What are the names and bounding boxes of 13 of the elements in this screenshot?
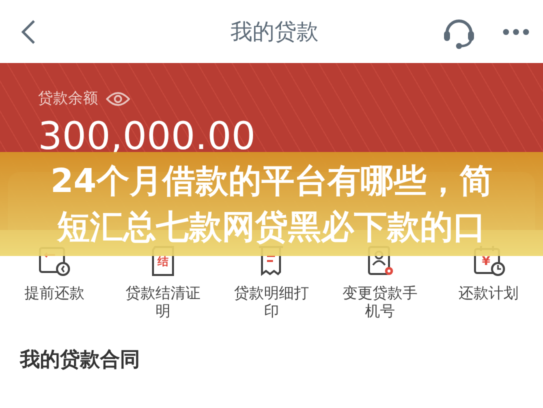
back-icon[interactable] <box>20 18 36 44</box>
service-label[interactable]: 还款计划 <box>448 284 530 302</box>
page-title: 我的贷款 <box>230 18 318 46</box>
service-label[interactable]: 提前还款 <box>14 284 95 302</box>
section-title: 我的贷款合同 <box>20 346 140 373</box>
eye-icon[interactable] <box>106 90 130 106</box>
service-label[interactable]: 变更贷款手机号 <box>340 284 421 320</box>
headline-text: 24个月借款的平台有哪些，简 <box>50 160 492 202</box>
balance-label: 贷款余额 <box>38 89 98 108</box>
service-label[interactable]: 贷款结清证明 <box>122 284 204 320</box>
service-label[interactable]: 贷款明细打印 <box>230 284 312 320</box>
more-icon[interactable] <box>503 28 529 34</box>
balance-amount: 300,000.00 <box>38 116 257 158</box>
